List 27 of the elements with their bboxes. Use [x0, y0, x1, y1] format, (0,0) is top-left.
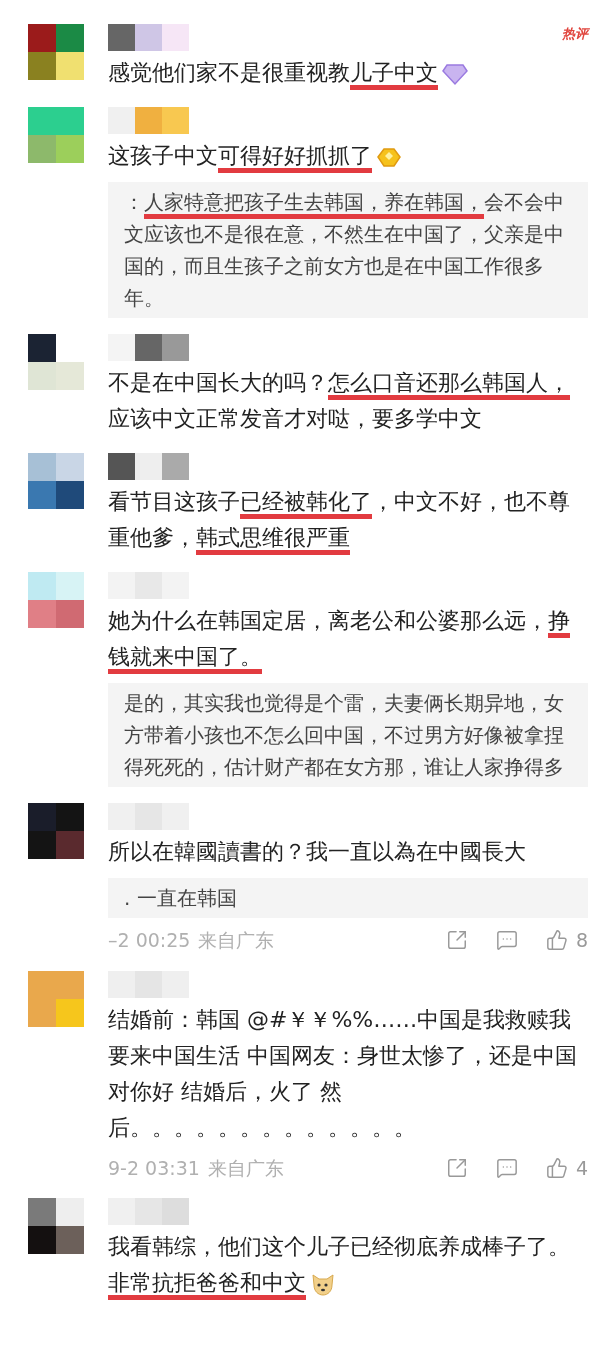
- comment-text: 结婚前：韩国 @#￥￥%%……中国是我救赎我要来中国生活 中国网友：身世太惨了，还是中国对你好 结婚后，火了 然后。。。。。。。。。。。。。: [108, 1005, 578, 1142]
- like-count: 4: [575, 1155, 588, 1181]
- comment-icon[interactable]: [495, 929, 518, 952]
- like-count: 8: [575, 928, 588, 953]
- comment-text: 她为什么在韩国定居，离老公和公婆那么远，挣钱就来中国了。: [108, 603, 588, 675]
- comment-text: 所以在韓國讀書的？我一直以為在中國長大: [108, 838, 527, 866]
- share-icon[interactable]: [445, 929, 468, 952]
- comment-location: 来自广东: [207, 1155, 284, 1181]
- comment-time: 9-2 03:31: [108, 1155, 200, 1181]
- comment-text: 感觉他们家不是很重视教儿子中文: [108, 55, 588, 91]
- diamond-icon: [442, 62, 468, 86]
- share-icon[interactable]: [445, 1156, 468, 1179]
- comment-time: –2 00:25: [108, 928, 191, 953]
- reply-text: 是的，其实我也觉得是个雷，夫妻俩长期异地，女方带着小孩也不怎么回中国，不过男方好像被拿捏得死死的，估计财产都在女方那，谁让人家挣得多: [124, 690, 565, 781]
- comment-text: 这孩子中文可得好好抓抓了: [108, 138, 588, 174]
- comment-icon[interactable]: [495, 1156, 518, 1179]
- hot-comment-label: 热评: [562, 25, 588, 43]
- reply-text: ：人家特意把孩子生去韩国，养在韩国，会不会中文应该也不是很在意，不然生在中国了，父亲是中国的，而且生孩子之前女方也是在中国工作很多年。: [124, 189, 565, 312]
- comment-text: 看节目这孩子已经被韩化了，中文不好，也不尊重他爹，韩式思维很严重: [108, 484, 588, 556]
- ingot-icon: [376, 145, 402, 169]
- comment-location: 来自广东: [198, 928, 275, 953]
- dog-emoji-icon: [310, 1272, 336, 1296]
- like-icon[interactable]: [545, 1156, 568, 1179]
- comment-text: 不是在中国长大的吗？怎么口音还那么韩国人， 应该中文正常发音才对哒，要多学中文: [108, 369, 571, 433]
- reply-text: . 一直在韩国: [124, 885, 238, 912]
- comment-text: 我看韩综，他们这个儿子已经彻底养成棒子了。 非常抗拒爸爸和中文: [108, 1229, 588, 1301]
- like-icon[interactable]: [545, 929, 568, 952]
